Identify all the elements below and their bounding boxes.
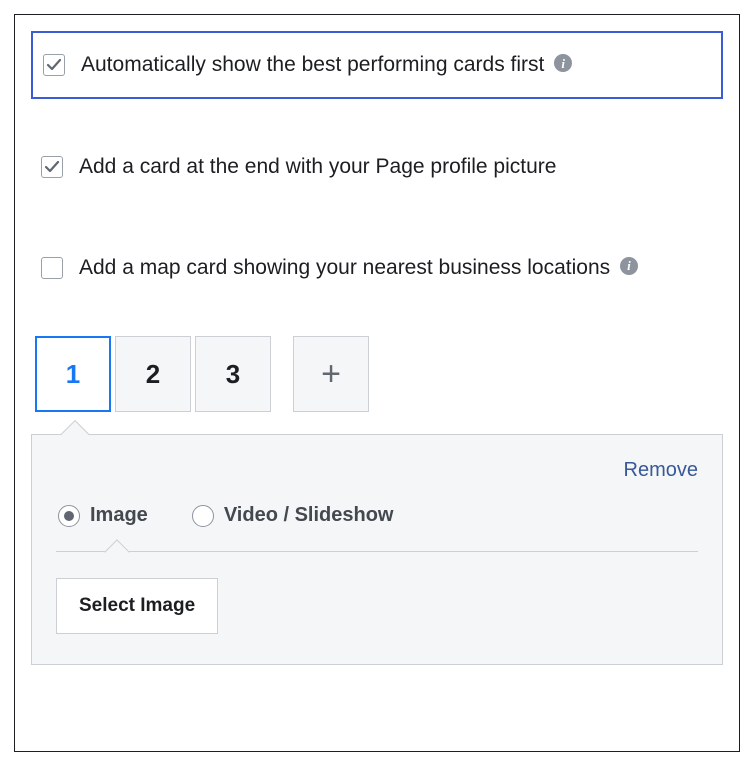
option-label: Add a card at the end with your Page pro…	[79, 153, 556, 181]
card-tab-add[interactable]: +	[293, 336, 369, 412]
info-icon[interactable]: i	[620, 257, 638, 275]
checkbox-auto-best-first[interactable]	[43, 54, 65, 76]
check-icon	[46, 57, 62, 73]
card-editor-wrapper: Remove Image Video / Slideshow Select Im…	[31, 434, 723, 665]
remove-row: Remove	[56, 459, 698, 482]
checkbox-map-card[interactable]	[41, 257, 63, 279]
select-image-button[interactable]: Select Image	[56, 578, 218, 634]
media-section: Select Image	[56, 551, 698, 634]
option-label: Automatically show the best performing c…	[81, 51, 572, 79]
card-tab-2[interactable]: 2	[115, 336, 191, 412]
option-label: Add a map card showing your nearest busi…	[79, 254, 638, 282]
radio-label-video-slideshow: Video / Slideshow	[224, 504, 394, 527]
card-tab-3[interactable]: 3	[195, 336, 271, 412]
media-type-radios: Image Video / Slideshow	[56, 504, 698, 527]
media-pointer	[104, 539, 129, 564]
checkbox-end-card-profile[interactable]	[41, 156, 63, 178]
radio-option-image[interactable]: Image	[58, 504, 148, 527]
option-map-card[interactable]: Add a map card showing your nearest busi…	[31, 236, 723, 300]
remove-card-link[interactable]: Remove	[624, 459, 698, 481]
card-tabs: 1 2 3 +	[31, 336, 723, 412]
option-end-card-profile[interactable]: Add a card at the end with your Page pro…	[31, 135, 723, 199]
card-editor-panel: Remove Image Video / Slideshow Select Im…	[31, 434, 723, 665]
card-tab-1[interactable]: 1	[35, 336, 111, 412]
option-text: Automatically show the best performing c…	[81, 53, 544, 76]
carousel-options-panel: Automatically show the best performing c…	[14, 14, 740, 752]
radio-option-video-slideshow[interactable]: Video / Slideshow	[192, 504, 394, 527]
info-icon[interactable]: i	[554, 54, 572, 72]
option-text: Add a card at the end with your Page pro…	[79, 155, 556, 178]
radio-image[interactable]	[58, 505, 80, 527]
option-auto-best-first[interactable]: Automatically show the best performing c…	[31, 31, 723, 99]
radio-label-image: Image	[90, 504, 148, 527]
option-text: Add a map card showing your nearest busi…	[79, 256, 610, 279]
check-icon	[44, 159, 60, 175]
radio-video-slideshow[interactable]	[192, 505, 214, 527]
